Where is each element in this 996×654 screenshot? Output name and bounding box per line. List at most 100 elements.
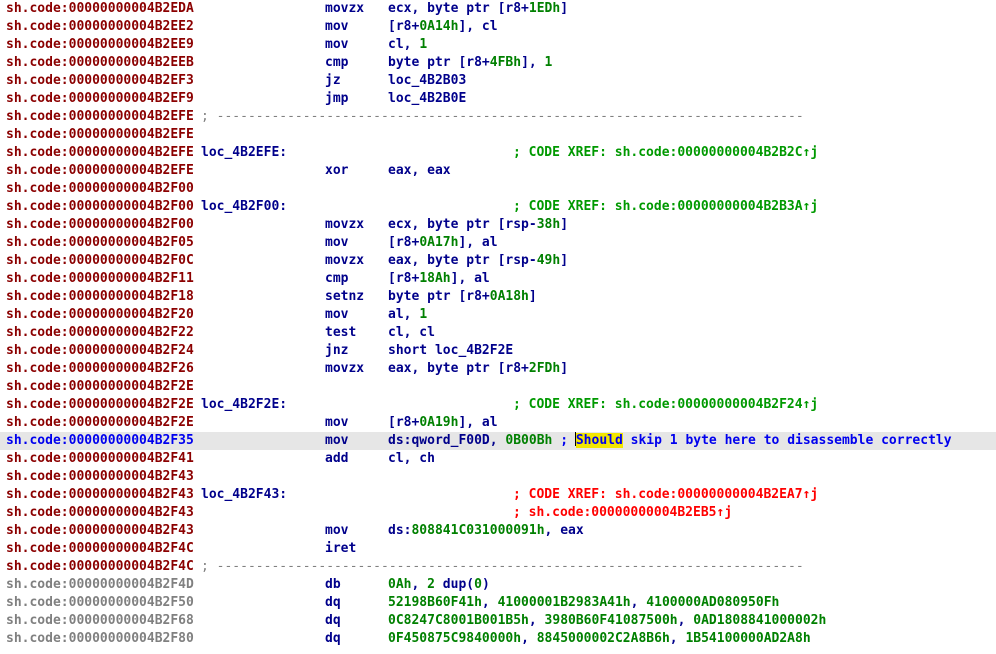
listing-line[interactable]: sh.code:00000000004B2F00 movzx ecx, byte p… [0,216,996,234]
xref-comment[interactable]: ; sh.code:00000000004B2EB5↑j [513,504,732,522]
operands[interactable]: cl, cl [388,324,435,342]
operands[interactable]: ds:808841C031000091h, eax [388,522,584,540]
listing-line[interactable]: sh.code:00000000004B2F43 [0,468,996,486]
address[interactable]: sh.code:00000000004B2F4C [6,558,194,576]
listing-line[interactable]: sh.code:00000000004B2EFE [0,126,996,144]
listing-line[interactable]: sh.code:00000000004B2F43 ; sh.code:000000… [0,504,996,522]
address[interactable]: sh.code:00000000004B2F18 [6,288,194,306]
xref-comment[interactable]: ; CODE XREF: sh.code:00000000004B2EA7↑j [513,486,818,504]
mnemonic[interactable]: cmp [325,54,348,72]
listing-line[interactable]: sh.code:00000000004B2EE9 mov cl, 1 [0,36,996,54]
operands[interactable]: [r8+18Ah], al [388,270,490,288]
listing-line[interactable]: sh.code:00000000004B2EE2 mov [r8+0A14h], c… [0,18,996,36]
mnemonic[interactable]: dq [325,630,341,648]
mnemonic[interactable]: mov [325,234,348,252]
current-line[interactable]: sh.code:00000000004B2F35 mov ds:qword_F00D… [0,432,996,450]
listing-line[interactable]: sh.code:00000000004B2F2E loc_4B2F2E: ; COD… [0,396,996,414]
mnemonic[interactable]: mov [325,414,348,432]
address[interactable]: sh.code:00000000004B2F43 [6,486,194,504]
mnemonic[interactable]: mov [325,522,348,540]
mnemonic[interactable]: jz [325,72,341,90]
mnemonic[interactable]: movzx [325,360,364,378]
listing-line[interactable]: sh.code:00000000004B2F68 dq 0C8247C8001B00… [0,612,996,630]
listing-line[interactable]: sh.code:00000000004B2EF3 jz loc_4B2B03 [0,72,996,90]
operands[interactable]: al, 1 [388,306,427,324]
operands[interactable]: byte ptr [r8+0A18h] [388,288,537,306]
address[interactable]: sh.code:00000000004B2F05 [6,234,194,252]
address[interactable]: sh.code:00000000004B2F35 [6,432,194,450]
address[interactable]: sh.code:00000000004B2F80 [6,630,194,648]
operands[interactable]: ecx, byte ptr [rsp-38h] [388,216,568,234]
address[interactable]: sh.code:00000000004B2EE9 [6,36,194,54]
listing-line[interactable]: sh.code:00000000004B2F22 test cl, cl [0,324,996,342]
mnemonic[interactable]: movzx [325,216,364,234]
operands[interactable]: eax, byte ptr [r8+2FDh] [388,360,568,378]
listing-line[interactable]: sh.code:00000000004B2F26 movzx eax, byte p… [0,360,996,378]
mnemonic[interactable]: add [325,450,348,468]
mnemonic[interactable]: mov [325,18,348,36]
address[interactable]: sh.code:00000000004B2F2E [6,414,194,432]
address[interactable]: sh.code:00000000004B2EFE [6,108,194,126]
operands[interactable]: ds:qword_F00D, 0B00Bh ; Should skip 1 by… [388,432,952,450]
address[interactable]: sh.code:00000000004B2EF9 [6,90,194,108]
mnemonic[interactable]: movzx [325,0,364,18]
xref-comment[interactable]: ; CODE XREF: sh.code:00000000004B2F24↑j [513,396,818,414]
xref-comment[interactable]: ; CODE XREF: sh.code:00000000004B2B3A↑j [513,198,818,216]
operands[interactable]: eax, eax [388,162,451,180]
listing-line[interactable]: sh.code:00000000004B2EEB cmp byte ptr [r8+… [0,54,996,72]
listing-line[interactable]: sh.code:00000000004B2F41 add cl, ch [0,450,996,468]
address[interactable]: sh.code:00000000004B2F20 [6,306,194,324]
listing-line[interactable]: sh.code:00000000004B2F24 jnz short loc_4B2… [0,342,996,360]
operands[interactable]: 0F450875C9840000h, 8845000002C2A8B6h, 1B… [388,630,811,648]
address[interactable]: sh.code:00000000004B2F2E [6,378,194,396]
mnemonic[interactable]: dq [325,594,341,612]
address[interactable]: sh.code:00000000004B2EFE [6,126,194,144]
code-label[interactable]: loc_4B2F43: [201,486,287,504]
listing-line[interactable]: sh.code:00000000004B2F4D db 0Ah, 2 dup(0) [0,576,996,594]
operands[interactable]: loc_4B2B03 [388,72,466,90]
operands[interactable]: ecx, byte ptr [r8+1EDh] [388,0,568,18]
operands[interactable]: cl, 1 [388,36,427,54]
operands[interactable]: loc_4B2B0E [388,90,466,108]
address[interactable]: sh.code:00000000004B2EFE [6,144,194,162]
listing-line[interactable]: sh.code:00000000004B2F80 dq 0F450875C98400… [0,630,996,648]
listing-line[interactable]: sh.code:00000000004B2F05 mov [r8+0A17h], a… [0,234,996,252]
operands[interactable]: short loc_4B2F2E [388,342,513,360]
listing-line[interactable]: sh.code:00000000004B2EFE ; --------------… [0,108,996,126]
mnemonic[interactable]: jmp [325,90,348,108]
mnemonic[interactable]: iret [325,540,356,558]
address[interactable]: sh.code:00000000004B2F00 [6,180,194,198]
listing-line[interactable]: sh.code:00000000004B2F0C movzx eax, byte p… [0,252,996,270]
disassembly-listing[interactable]: sh.code:00000000004B2EDA movzx ecx, byte p… [0,0,996,648]
listing-line[interactable]: sh.code:00000000004B2EF9 jmp loc_4B2B0E [0,90,996,108]
address[interactable]: sh.code:00000000004B2F26 [6,360,194,378]
mnemonic[interactable]: dq [325,612,341,630]
operands[interactable]: 52198B60F41h, 41000001B2983A41h, 4100000… [388,594,779,612]
address[interactable]: sh.code:00000000004B2F43 [6,522,194,540]
mnemonic[interactable]: mov [325,432,348,450]
address[interactable]: sh.code:00000000004B2EE2 [6,18,194,36]
operands[interactable]: [r8+0A19h], al [388,414,498,432]
mnemonic[interactable]: test [325,324,356,342]
xref-comment[interactable]: ; CODE XREF: sh.code:00000000004B2B2C↑j [513,144,818,162]
listing-line[interactable]: sh.code:00000000004B2F00 loc_4B2F00: ; COD… [0,198,996,216]
listing-line[interactable]: sh.code:00000000004B2F43 loc_4B2F43: ; COD… [0,486,996,504]
mnemonic[interactable]: db [325,576,341,594]
address[interactable]: sh.code:00000000004B2F4C [6,540,194,558]
address[interactable]: sh.code:00000000004B2F22 [6,324,194,342]
mnemonic[interactable]: jnz [325,342,348,360]
address[interactable]: sh.code:00000000004B2F4D [6,576,194,594]
mnemonic[interactable]: xor [325,162,348,180]
listing-line[interactable]: sh.code:00000000004B2F00 [0,180,996,198]
operands[interactable]: cl, ch [388,450,435,468]
address[interactable]: sh.code:00000000004B2F0C [6,252,194,270]
listing-line[interactable]: sh.code:00000000004B2F18 setnz byte ptr [r… [0,288,996,306]
address[interactable]: sh.code:00000000004B2F41 [6,450,194,468]
address[interactable]: sh.code:00000000004B2EF3 [6,72,194,90]
code-label[interactable]: loc_4B2EFE: [201,144,287,162]
operands[interactable]: eax, byte ptr [rsp-49h] [388,252,568,270]
address[interactable]: sh.code:00000000004B2F11 [6,270,194,288]
address[interactable]: sh.code:00000000004B2F68 [6,612,194,630]
listing-line[interactable]: sh.code:00000000004B2F20 mov al, 1 [0,306,996,324]
address[interactable]: sh.code:00000000004B2F00 [6,216,194,234]
